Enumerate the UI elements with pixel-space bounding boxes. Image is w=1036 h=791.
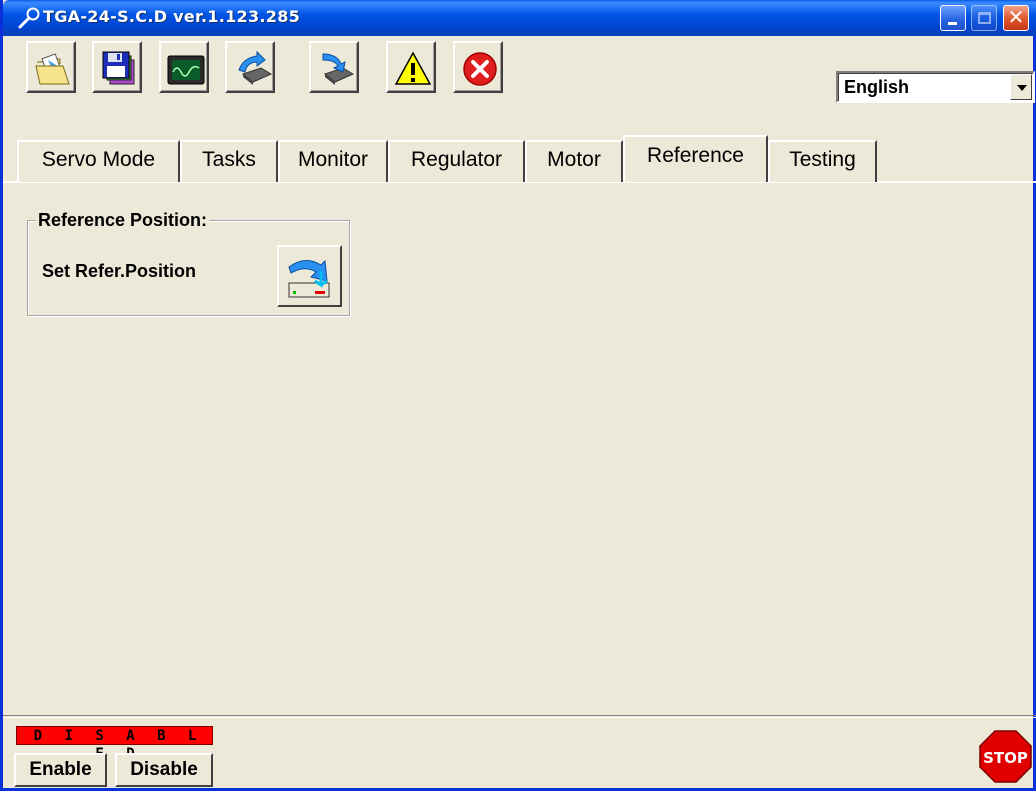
window-title: TGA-24-S.C.D ver.1.123.285 (43, 7, 301, 26)
tab-label: Monitor (297, 148, 369, 171)
chevron-down-icon[interactable] (1010, 74, 1032, 100)
minimize-button[interactable] (940, 5, 966, 31)
status-divider (3, 715, 1036, 718)
close-icon: ✕ (1007, 7, 1025, 29)
close-button[interactable]: ✕ (1003, 5, 1029, 31)
maximize-button[interactable] (971, 5, 997, 31)
set-reference-label: Set Refer.Position (42, 261, 197, 281)
save-button[interactable] (92, 41, 142, 93)
application-window: TGA-24-S.C.D ver.1.123.285 ✕ English Ser… (0, 0, 1036, 791)
language-selected-value: English (844, 77, 910, 97)
upload-button[interactable] (225, 41, 275, 93)
tab-servo-mode[interactable]: Servo Mode (17, 140, 180, 182)
tab-label: Reference (647, 144, 744, 167)
tab-reference[interactable]: Reference (623, 135, 768, 182)
set-reference-button[interactable] (277, 245, 342, 307)
upload-to-device-icon (238, 50, 273, 85)
title-bar[interactable]: TGA-24-S.C.D ver.1.123.285 ✕ (3, 0, 1036, 36)
tab-label: Servo Mode (41, 148, 156, 171)
tab-tasks[interactable]: Tasks (180, 140, 278, 182)
download-button[interactable] (309, 41, 359, 93)
stop-button[interactable]: STOP (978, 729, 1033, 784)
maximize-icon (978, 12, 991, 24)
tab-monitor[interactable]: Monitor (278, 140, 388, 182)
tab-label: Tasks (202, 148, 256, 171)
disable-button[interactable]: Disable (115, 753, 213, 787)
group-title: Reference Position: (36, 210, 210, 231)
oscilloscope-monitor-icon (167, 55, 205, 85)
tab-label: Motor (547, 148, 601, 171)
set-reference-arrow-icon (288, 259, 330, 298)
tab-motor[interactable]: Motor (525, 140, 623, 182)
error-icon (463, 52, 497, 86)
stop-label: STOP (983, 749, 1028, 767)
tab-label: Regulator (410, 148, 503, 171)
open-folder-icon (35, 53, 70, 85)
download-from-device-icon (322, 53, 355, 85)
monitor-button[interactable] (159, 41, 209, 93)
tab-regulator[interactable]: Regulator (388, 140, 525, 182)
warning-button[interactable] (386, 41, 436, 93)
error-button[interactable] (453, 41, 503, 93)
warning-icon (394, 51, 432, 85)
language-select[interactable]: English (836, 71, 1035, 103)
tab-testing[interactable]: Testing (768, 140, 877, 182)
minimize-icon (948, 22, 957, 25)
drive-status-badge: D I S A B L E D (16, 726, 213, 762)
floppy-disk-icon (102, 51, 135, 85)
enable-button[interactable]: Enable (14, 753, 107, 787)
wrench-icon (18, 7, 40, 29)
tab-label: Testing (789, 148, 856, 171)
stop-sign-icon: STOP (979, 730, 1032, 783)
open-button[interactable] (26, 41, 76, 93)
